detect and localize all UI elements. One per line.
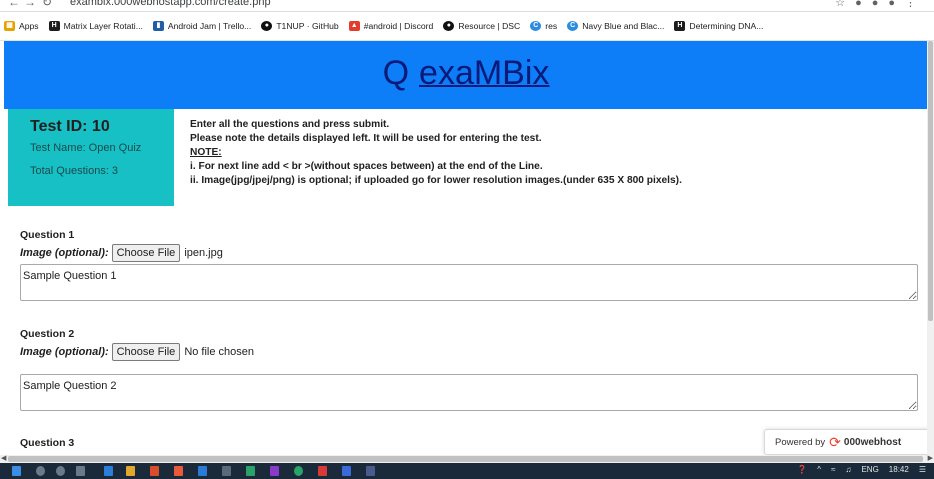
windows-start-icon[interactable]	[12, 466, 21, 476]
app-icon[interactable]	[246, 466, 255, 476]
note-heading: NOTE:	[190, 147, 222, 158]
chrome-icon[interactable]	[150, 466, 159, 476]
volume-icon[interactable]: ♫	[845, 465, 851, 474]
test-name: Test Name: Open Quiz	[30, 142, 142, 154]
question-1-image-row: Image (optional): Choose File ipen.jpg	[20, 244, 223, 262]
bookmark-matrix-layer[interactable]: H Matrix Layer Rotati...	[48, 21, 143, 31]
bookmark-label: Apps	[19, 21, 39, 31]
app-icon[interactable]	[342, 466, 351, 476]
question-2-title: Question 2	[20, 328, 75, 340]
webhost-logo-icon: ⟳	[829, 433, 841, 450]
bookmark-res[interactable]: C res	[530, 21, 557, 31]
bookmark-label: T1NUP · GitHub	[276, 21, 339, 31]
bookmark-label: Determining DNA...	[689, 21, 764, 31]
discord-icon: ▲	[348, 21, 360, 31]
choose-file-button[interactable]: Choose File	[111, 244, 181, 262]
brand-name[interactable]: exaMBix	[419, 55, 549, 91]
powered-by-badge[interactable]: Powered by ⟳ 000webhost	[764, 429, 930, 455]
language-indicator[interactable]: ENG	[861, 465, 878, 474]
app-icon[interactable]	[366, 466, 375, 476]
system-tray: ❓ ^ ≈ ♫ ENG 18:42 ☰	[787, 465, 926, 474]
app-icon[interactable]	[294, 466, 303, 476]
bookmark-discord[interactable]: ▲ #android | Discord	[348, 21, 434, 31]
question-3-title: Question 3	[20, 437, 75, 449]
wifi-icon[interactable]: ≈	[831, 465, 835, 474]
bookmark-determining-dna[interactable]: H Determining DNA...	[674, 21, 763, 31]
hackerrank-icon: H	[48, 21, 60, 31]
forward-icon[interactable]: →	[24, 0, 36, 9]
site-header: Q exaMBix	[4, 41, 928, 109]
app-icon[interactable]	[174, 466, 183, 476]
bookmark-label: Resource | DSC	[458, 21, 521, 31]
vertical-scroll-thumb[interactable]	[928, 41, 933, 321]
question-2-image-row: Image (optional): Choose File No file ch…	[20, 343, 254, 361]
powered-by-label: Powered by	[775, 436, 826, 448]
bookmark-label: #android | Discord	[363, 21, 434, 31]
cortana-icon[interactable]	[56, 466, 65, 476]
chosen-file-name: No file chosen	[184, 346, 255, 358]
instruction-line: ii. Image(jpg/jpej/png) is optional; if …	[190, 175, 682, 186]
instructions: Enter all the questions and press submit…	[190, 118, 682, 188]
hackerrank-icon: H	[674, 21, 686, 31]
address-bar[interactable]: ← → ↻ exambix.000webhostapp.com/create.p…	[0, 0, 934, 12]
windows-taskbar: ❓ ^ ≈ ♫ ENG 18:42 ☰	[0, 463, 934, 479]
question-1-title: Question 1	[20, 229, 75, 241]
tray-chevron-icon[interactable]: ^	[817, 465, 821, 474]
onenote-icon[interactable]	[270, 466, 279, 476]
bookmark-label: Android Jam | Trello...	[167, 21, 252, 31]
bookmark-android-jam[interactable]: ▮ Android Jam | Trello...	[152, 21, 252, 31]
webhost-name: 000webhost	[843, 436, 902, 448]
browser-toolbar-icons[interactable]: ☆●●●⋮	[835, 0, 926, 9]
reload-icon[interactable]: ↻	[42, 0, 52, 9]
instruction-line: i. For next line add < br >(without spac…	[190, 161, 543, 172]
browser-window: ← → ↻ exambix.000webhostapp.com/create.p…	[0, 0, 934, 479]
chosen-file-name: ipen.jpg	[184, 247, 223, 259]
bookmark-navy-blue[interactable]: C Navy Blue and Blac...	[567, 21, 664, 31]
test-id: Test ID: 10	[30, 118, 110, 135]
total-questions: Total Questions: 3	[30, 165, 119, 177]
image-optional-label: Image (optional):	[20, 346, 109, 358]
vertical-scrollbar[interactable]	[927, 41, 934, 455]
apps-grid-icon: ▦	[4, 21, 15, 31]
store-icon[interactable]	[104, 466, 113, 476]
bookmark-resource-dsc[interactable]: ● Resource | DSC	[443, 21, 520, 31]
brand-q-icon: Q	[382, 54, 410, 92]
scroll-left-icon[interactable]: ◀	[1, 454, 6, 462]
scroll-right-icon[interactable]: ▶	[928, 454, 933, 462]
bookmark-label: Navy Blue and Blac...	[582, 21, 665, 31]
vscode-icon[interactable]	[198, 466, 207, 476]
instruction-line: Enter all the questions and press submit…	[190, 119, 390, 130]
github-icon: ●	[261, 21, 273, 31]
notifications-icon[interactable]: ☰	[919, 465, 926, 474]
question-2-textarea[interactable]: Sample Question 2	[20, 374, 918, 411]
url-text[interactable]: exambix.000webhostapp.com/create.php	[70, 0, 271, 8]
search-icon[interactable]	[36, 466, 45, 476]
instruction-line: Please note the details displayed left. …	[190, 133, 542, 144]
horizontal-scroll-thumb[interactable]	[8, 456, 923, 462]
bookmark-label: Matrix Layer Rotati...	[63, 21, 143, 31]
horizontal-scrollbar[interactable]: ◀ ▶	[0, 455, 934, 463]
bookmark-label: res	[545, 21, 558, 31]
github-icon: ●	[443, 21, 455, 31]
file-explorer-icon[interactable]	[126, 466, 135, 476]
help-icon[interactable]: ❓	[797, 465, 807, 474]
image-optional-label: Image (optional):	[20, 247, 109, 259]
test-info-card: Test ID: 10 Test Name: Open Quiz Total Q…	[8, 109, 174, 206]
canva-icon: C	[530, 21, 542, 31]
bookmarks-bar: ▦ Apps H Matrix Layer Rotati... ▮ Androi…	[0, 12, 934, 41]
brand-logo[interactable]: Q exaMBix	[383, 55, 550, 91]
app-icon[interactable]	[222, 466, 231, 476]
bookmark-apps[interactable]: ▦ Apps	[4, 21, 39, 31]
clock[interactable]: 18:42	[889, 465, 909, 474]
trello-icon: ▮	[152, 21, 164, 31]
back-icon[interactable]: ←	[8, 0, 20, 9]
acrobat-icon[interactable]	[318, 466, 327, 476]
task-view-icon[interactable]	[76, 466, 85, 476]
choose-file-button[interactable]: Choose File	[111, 343, 181, 361]
canva-icon: C	[567, 21, 579, 31]
bookmark-github[interactable]: ● T1NUP · GitHub	[261, 21, 339, 31]
question-1-textarea[interactable]: Sample Question 1	[20, 264, 918, 301]
